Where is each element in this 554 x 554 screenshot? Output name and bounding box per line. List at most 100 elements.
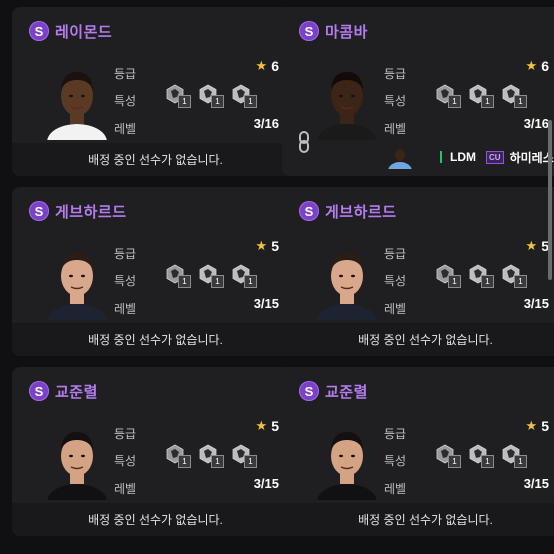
- grade-label: 등급: [114, 427, 137, 441]
- trait-level: 1: [448, 95, 461, 108]
- assigned-position: LDM: [450, 150, 476, 164]
- level-label: 레벨: [384, 482, 407, 496]
- trait-icon[interactable]: 1: [435, 444, 461, 468]
- star-icon: ★: [255, 418, 268, 433]
- trait-icon[interactable]: 1: [468, 84, 494, 108]
- empty-assignment-message: 배정 중인 선수가 없습니다.: [12, 323, 299, 356]
- grade-label: 등급: [114, 67, 137, 81]
- trait-list: 1 1 1: [165, 444, 257, 468]
- trait-icon[interactable]: 1: [501, 264, 527, 288]
- trait-icon[interactable]: 1: [165, 444, 191, 468]
- empty-assignment-message: 배정 중인 선수가 없습니다.: [12, 143, 299, 176]
- grade-label: 등급: [384, 67, 407, 81]
- trait-level: 1: [448, 275, 461, 288]
- trait-list: 1 1 1: [435, 444, 527, 468]
- assigned-player[interactable]: LDM CU 하미레스: [386, 146, 554, 169]
- rarity-badge: S: [29, 201, 49, 221]
- card-header: S 마콤바: [299, 20, 368, 42]
- level-value: 3/16: [523, 116, 549, 131]
- trait-icon[interactable]: 1: [468, 444, 494, 468]
- trait-label: 특성: [384, 454, 407, 468]
- grade-label: 등급: [114, 247, 137, 261]
- grade-value: ★ 5: [255, 418, 279, 434]
- position-indicator: [440, 151, 442, 163]
- trait-icon[interactable]: 1: [501, 444, 527, 468]
- level-value: 3/15: [253, 476, 279, 491]
- trait-icon[interactable]: 1: [198, 84, 224, 108]
- grade-value: ★ 5: [525, 418, 549, 434]
- empty-assignment-message: 배정 중인 선수가 없습니다.: [282, 503, 554, 536]
- card-header: S 레이몬드: [29, 20, 112, 42]
- assigned-player-image: [388, 149, 412, 169]
- coach-card[interactable]: S 마콤바 등급 특성 레벨 ★ 6 1 1 1 3/16 LDM CU 하미레스: [282, 7, 554, 176]
- level-label: 레벨: [384, 302, 407, 316]
- empty-assignment-message: 배정 중인 선수가 없습니다.: [12, 503, 299, 536]
- trait-icon[interactable]: 1: [231, 84, 257, 108]
- scrollbar[interactable]: [548, 120, 552, 280]
- grade-value: ★ 5: [525, 238, 549, 254]
- coach-name: 게브하르드: [325, 203, 397, 221]
- trait-icon[interactable]: 1: [165, 264, 191, 288]
- trait-list: 1 1 1: [435, 84, 527, 108]
- trait-icon[interactable]: 1: [501, 84, 527, 108]
- trait-level: 1: [244, 275, 257, 288]
- trait-icon[interactable]: 1: [231, 444, 257, 468]
- trait-icon[interactable]: 1: [231, 264, 257, 288]
- card-header: S 게브하르드: [299, 200, 397, 222]
- rarity-badge: S: [299, 21, 319, 41]
- grade-label: 등급: [384, 427, 407, 441]
- coach-name: 게브하르드: [55, 203, 127, 221]
- trait-label: 특성: [384, 274, 407, 288]
- rarity-badge: S: [299, 201, 319, 221]
- trait-level: 1: [178, 275, 191, 288]
- trait-level: 1: [481, 455, 494, 468]
- coach-name: 교준렬: [55, 383, 98, 401]
- trait-icon[interactable]: 1: [435, 264, 461, 288]
- trait-level: 1: [514, 275, 527, 288]
- level-label: 레벨: [384, 122, 407, 136]
- trait-level: 1: [481, 275, 494, 288]
- grade-label: 등급: [384, 247, 407, 261]
- level-value: 3/15: [523, 476, 549, 491]
- coach-card[interactable]: S 교준렬 등급 특성 레벨 ★ 5 1 1 1 3/15 배정 중인 선수가 없습니다.: [282, 367, 554, 536]
- trait-level: 1: [211, 95, 224, 108]
- card-header: S 교준렬: [29, 380, 98, 402]
- trait-icon[interactable]: 1: [165, 84, 191, 108]
- trait-level: 1: [448, 455, 461, 468]
- coach-name: 교준렬: [325, 383, 368, 401]
- trait-list: 1 1 1: [165, 84, 257, 108]
- trait-icon[interactable]: 1: [198, 264, 224, 288]
- card-class-badge: CU: [486, 150, 504, 164]
- trait-label: 특성: [114, 94, 137, 108]
- trait-level: 1: [178, 455, 191, 468]
- trait-level: 1: [514, 455, 527, 468]
- coach-card[interactable]: S 게브하르드 등급 특성 레벨 ★ 5 1 1 1 3/15 배정 중인 선수가 없습니다.: [12, 187, 299, 356]
- level-label: 레벨: [114, 302, 137, 316]
- rarity-badge: S: [29, 21, 49, 41]
- level-value: 3/15: [523, 296, 549, 311]
- grade-value: ★ 5: [255, 238, 279, 254]
- level-label: 레벨: [114, 482, 137, 496]
- trait-label: 특성: [384, 94, 407, 108]
- trait-icon[interactable]: 1: [198, 444, 224, 468]
- trait-label: 특성: [114, 274, 137, 288]
- coach-card[interactable]: S 게브하르드 등급 특성 레벨 ★ 5 1 1 1 3/15 배정 중인 선수가 없습니다.: [282, 187, 554, 356]
- link-icon[interactable]: [297, 131, 311, 153]
- level-value: 3/16: [253, 116, 279, 131]
- coach-card[interactable]: S 레이몬드 등급 특성 레벨 ★ 6 1 1 1 3/16 배정 중인 선수가 없습니다.: [12, 7, 299, 176]
- coach-card[interactable]: S 교준렬 등급 특성 레벨 ★ 5 1 1 1 3/15 배정 중인 선수가 없습니다.: [12, 367, 299, 536]
- star-icon: ★: [255, 58, 268, 73]
- trait-label: 특성: [114, 454, 137, 468]
- trait-level: 1: [178, 95, 191, 108]
- trait-level: 1: [481, 95, 494, 108]
- grade-value: ★ 6: [255, 58, 279, 74]
- trait-list: 1 1 1: [165, 264, 257, 288]
- trait-level: 1: [211, 275, 224, 288]
- trait-icon[interactable]: 1: [435, 84, 461, 108]
- star-icon: ★: [255, 238, 268, 253]
- trait-list: 1 1 1: [435, 264, 527, 288]
- trait-icon[interactable]: 1: [468, 264, 494, 288]
- trait-level: 1: [514, 95, 527, 108]
- rarity-badge: S: [29, 381, 49, 401]
- grade-value: ★ 6: [525, 58, 549, 74]
